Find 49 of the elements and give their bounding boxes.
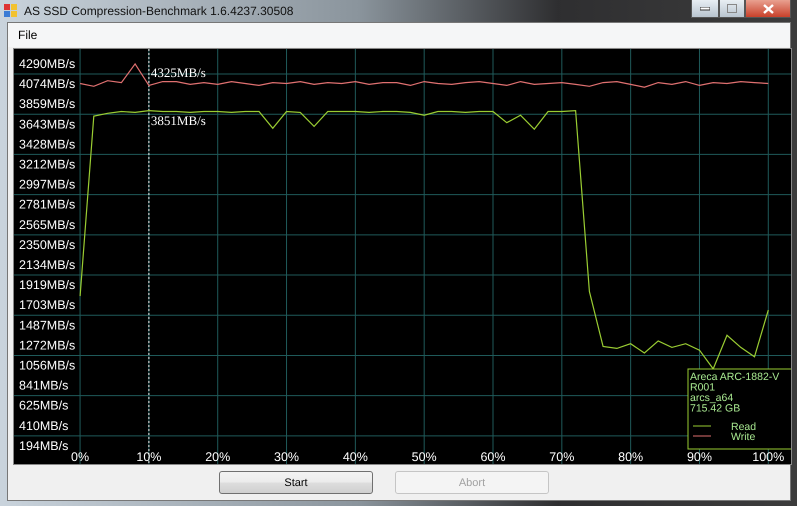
x-axis-label: 10% xyxy=(136,450,162,464)
y-axis-label: 625MB/s xyxy=(19,398,68,413)
x-axis-label: 40% xyxy=(342,450,368,464)
y-axis-label: 2781MB/s xyxy=(19,198,76,212)
y-axis-label: 2997MB/s xyxy=(19,178,76,192)
y-axis-label: 4290MB/s xyxy=(19,56,76,71)
y-axis-label: 841MB/s xyxy=(19,378,68,393)
x-axis-label: 80% xyxy=(618,450,644,464)
y-axis-label: 3212MB/s xyxy=(19,157,76,172)
start-button[interactable]: Start xyxy=(219,471,373,494)
y-axis-label: 2565MB/s xyxy=(19,218,76,232)
legend-label: Read xyxy=(731,421,756,433)
value-annotation: 4325MB/s xyxy=(150,65,206,80)
app-icon xyxy=(4,4,18,18)
x-axis-label: 30% xyxy=(274,450,300,464)
minimize-button[interactable] xyxy=(691,0,719,18)
y-axis-label: 1272MB/s xyxy=(19,338,76,352)
device-info: R001 xyxy=(690,382,716,394)
y-axis-label: 2350MB/s xyxy=(19,238,76,252)
maximize-icon xyxy=(727,4,737,13)
x-axis-label: 50% xyxy=(412,450,437,464)
device-info: Areca ARC-1882-V xyxy=(690,371,780,383)
window-title: AS SSD Compression-Benchmark 1.6.4237.30508 xyxy=(24,4,294,18)
x-axis-label: 60% xyxy=(480,450,506,464)
x-axis-label: 0% xyxy=(71,450,90,464)
y-axis-label: 1703MB/s xyxy=(19,298,76,312)
y-axis-label: 1487MB/s xyxy=(19,318,76,332)
y-axis-label: 1056MB/s xyxy=(19,358,76,373)
close-icon xyxy=(762,4,774,14)
device-info: 715.42 GB xyxy=(690,402,740,414)
legend-label: Write xyxy=(731,431,756,443)
minimize-icon xyxy=(700,6,710,10)
value-annotation: 3851MB/s xyxy=(150,113,206,128)
y-axis-label: 1919MB/s xyxy=(19,278,76,292)
menu-item[interactable]: File xyxy=(14,26,42,44)
close-button[interactable] xyxy=(745,0,791,18)
y-axis-label: 410MB/s xyxy=(19,418,68,433)
y-axis-label: 3428MB/s xyxy=(19,137,76,152)
y-axis-label: 3643MB/s xyxy=(19,117,76,132)
maximize-button[interactable] xyxy=(719,0,745,18)
y-axis-label: 4074MB/s xyxy=(19,77,76,92)
device-info: arcs_a64 xyxy=(690,392,734,404)
x-axis-label: 70% xyxy=(549,450,574,464)
x-axis-label: 20% xyxy=(205,450,230,464)
x-axis-label: 90% xyxy=(686,450,712,464)
y-axis-label: 2134MB/s xyxy=(19,258,76,272)
y-axis-label: 3859MB/s xyxy=(19,97,76,112)
x-axis-label: 100% xyxy=(752,450,784,464)
y-axis-label: 194MB/s xyxy=(19,438,68,453)
